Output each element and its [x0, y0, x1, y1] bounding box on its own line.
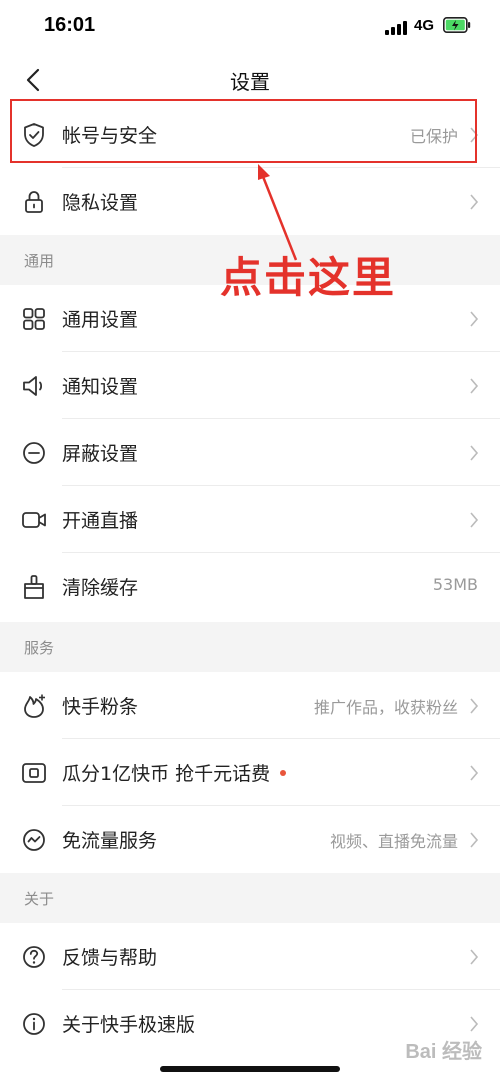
- section-header-services: 服务: [0, 622, 500, 672]
- section-header-about: 关于: [0, 873, 500, 923]
- chevron-right-icon: [470, 698, 479, 714]
- row-value: 推广作品，收获粉丝: [313, 698, 458, 717]
- row-label: 屏蔽设置: [62, 443, 139, 465]
- home-indicator: [160, 1066, 340, 1072]
- annotation-text: 点击这里: [220, 253, 397, 302]
- grid-icon: [23, 308, 45, 330]
- network-type: 4G: [414, 17, 435, 34]
- row-label: 通用设置: [62, 309, 139, 331]
- speaker-icon: [23, 376, 43, 396]
- chevron-right-icon: [470, 832, 479, 848]
- chevron-right-icon: [470, 194, 479, 210]
- row-coin-activity[interactable]: 瓜分1亿快币 抢千元话费: [0, 739, 500, 806]
- page-title: 设置: [230, 70, 270, 94]
- row-value: 视频、直播免流量: [329, 832, 458, 851]
- block-icon: [23, 442, 45, 464]
- traffic-icon: [23, 829, 45, 851]
- chevron-right-icon: [470, 378, 479, 394]
- row-notification-settings[interactable]: 通知设置: [0, 352, 500, 419]
- question-icon: [23, 946, 45, 968]
- broom-icon: [24, 575, 44, 599]
- row-label: 开通直播: [62, 510, 139, 532]
- row-open-live[interactable]: 开通直播: [0, 486, 500, 553]
- section-title: 通用: [24, 252, 55, 270]
- status-time: 16:01: [44, 14, 96, 36]
- chevron-right-icon: [470, 311, 479, 327]
- chevron-right-icon: [470, 1016, 479, 1032]
- coin-icon: [22, 763, 46, 783]
- section-title: 关于: [24, 890, 55, 908]
- row-block-settings[interactable]: 屏蔽设置: [0, 419, 500, 486]
- row-clear-cache[interactable]: 清除缓存 53MB: [0, 553, 500, 620]
- row-kuaishou-fentiao[interactable]: 快手粉条 推广作品，收获粉丝: [0, 672, 500, 739]
- row-free-traffic[interactable]: 免流量服务 视频、直播免流量: [0, 806, 500, 873]
- chevron-right-icon: [470, 765, 479, 781]
- highlight-box: [10, 99, 477, 163]
- row-label: 反馈与帮助: [62, 947, 158, 969]
- fire-icon: [24, 694, 45, 718]
- video-icon: [22, 512, 46, 528]
- row-label: 通知设置: [62, 376, 139, 398]
- signal-icon: [385, 19, 409, 35]
- status-bar: 16:01 4G: [0, 0, 500, 56]
- row-label: 快手粉条: [62, 696, 139, 718]
- notification-dot: [280, 769, 287, 776]
- row-feedback-help[interactable]: 反馈与帮助: [0, 923, 500, 990]
- row-label: 免流量服务: [62, 830, 158, 852]
- nav-bar: 设置: [0, 56, 500, 104]
- info-icon: [23, 1013, 45, 1035]
- chevron-right-icon: [470, 512, 479, 528]
- watermark: Bai 经验: [405, 1041, 482, 1063]
- row-label: 瓜分1亿快币 抢千元话费: [62, 759, 287, 786]
- row-label: 清除缓存: [62, 577, 139, 599]
- cache-size: 53MB: [432, 575, 478, 594]
- chevron-right-icon: [470, 445, 479, 461]
- section-title: 服务: [24, 639, 55, 657]
- row-label: 关于快手极速版: [62, 1014, 196, 1036]
- battery-icon: [443, 17, 471, 33]
- chevron-right-icon: [470, 949, 479, 965]
- lock-icon: [25, 191, 43, 213]
- row-label: 隐私设置: [62, 192, 139, 214]
- row-label-text: 瓜分1亿快币 抢千元话费: [62, 763, 271, 785]
